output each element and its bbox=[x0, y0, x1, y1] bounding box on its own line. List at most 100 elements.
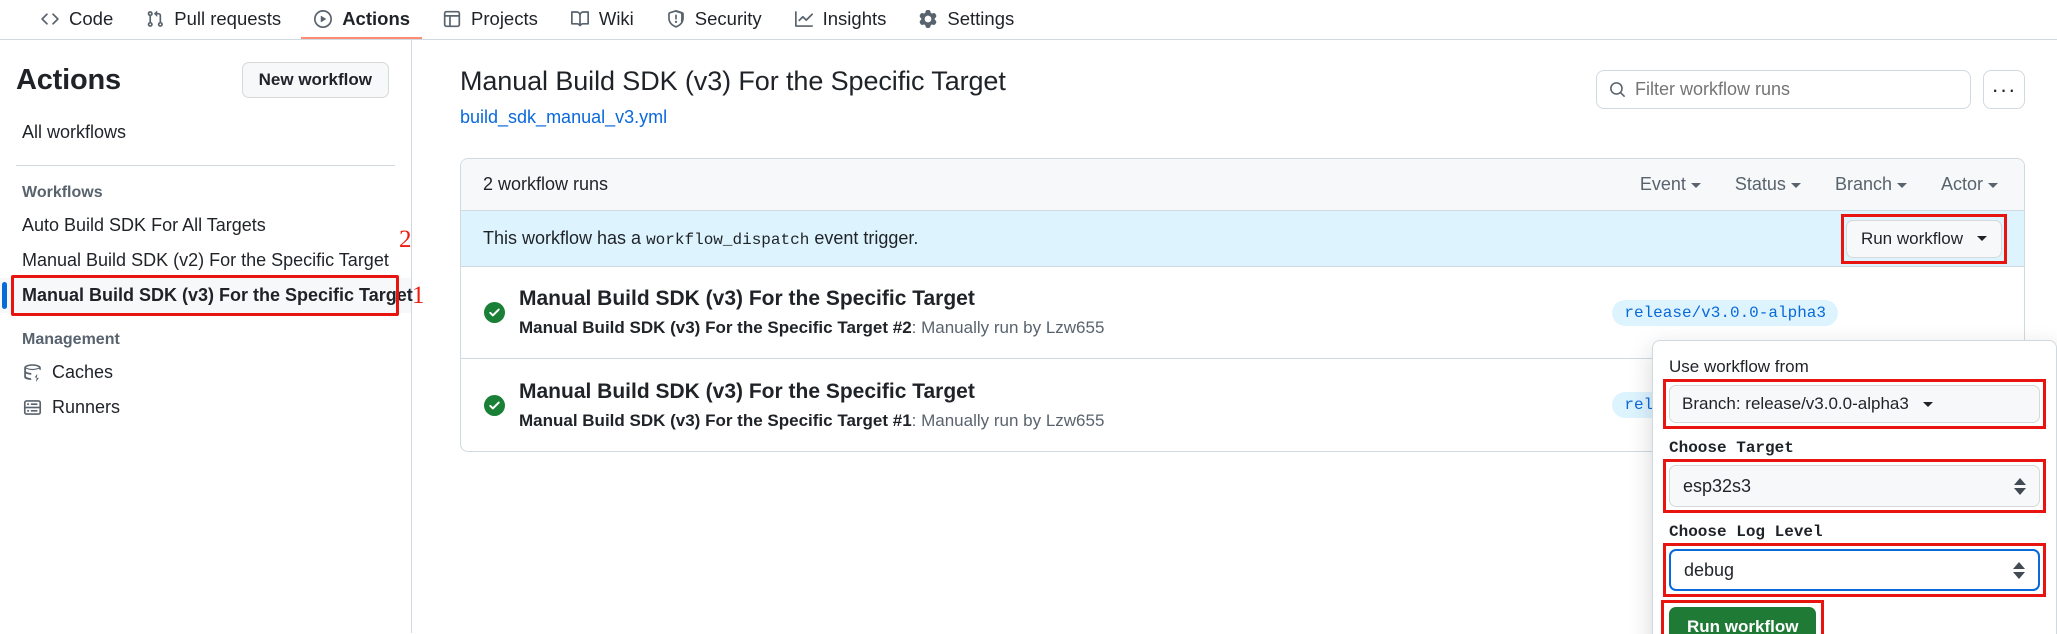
nav-item-label: Settings bbox=[947, 7, 1015, 29]
nav-item-label: Code bbox=[69, 7, 114, 29]
annotation-number-2: 2 bbox=[399, 226, 412, 253]
chevron-down-icon bbox=[1690, 182, 1701, 188]
status-success-icon bbox=[483, 394, 505, 416]
filter-status-label: Status bbox=[1734, 174, 1786, 194]
run-workflow-dropdown-button[interactable]: Run workflow bbox=[1845, 219, 2002, 258]
nav-item-insights[interactable]: Insights bbox=[782, 0, 899, 39]
nav-item-wiki[interactable]: Wiki bbox=[558, 0, 646, 39]
search-input[interactable] bbox=[1635, 79, 1958, 100]
repo-nav: Code Pull requests Actions Projects Wiki… bbox=[0, 0, 2057, 40]
choose-log-level-label: Choose Log Level bbox=[1669, 523, 1823, 541]
target-select-wrap: esp32s3 bbox=[1663, 459, 2046, 513]
filter-event[interactable]: Event bbox=[1640, 174, 1701, 195]
run-title[interactable]: Manual Build SDK (v3) For the Specific T… bbox=[519, 380, 1598, 404]
nav-item-actions[interactable]: Actions bbox=[301, 0, 423, 39]
dispatch-notice-suffix: event trigger. bbox=[814, 228, 919, 248]
nav-item-settings[interactable]: Settings bbox=[906, 0, 1026, 39]
sidebar-item-label: Manual Build SDK (v3) For the Specific T… bbox=[22, 285, 413, 305]
branch-picker-wrap: Branch: release/v3.0.0-alpha3 bbox=[1663, 379, 2046, 429]
nav-item-label: Wiki bbox=[598, 7, 634, 29]
branch-picker-label: Branch: release/v3.0.0-alpha3 bbox=[1682, 394, 1909, 413]
chevron-down-icon bbox=[1977, 236, 1987, 241]
filter-event-label: Event bbox=[1639, 174, 1686, 194]
target-select[interactable]: esp32s3 bbox=[1669, 465, 2040, 507]
filter-workflow-runs-box[interactable] bbox=[1596, 70, 1971, 109]
chevron-down-icon bbox=[1896, 182, 1907, 188]
target-select-value: esp32s3 bbox=[1683, 475, 1752, 496]
filter-status[interactable]: Status bbox=[1735, 174, 1801, 195]
header-actions: ··· bbox=[1596, 66, 2025, 109]
page-body: Actions New workflow All workflows Workf… bbox=[0, 40, 2057, 634]
log-level-select[interactable]: debug bbox=[1669, 549, 2040, 591]
sidebar-item-caches[interactable]: Caches bbox=[0, 355, 411, 390]
main-header: Manual Build SDK (v3) For the Specific T… bbox=[460, 66, 2025, 128]
sidebar-item-label: Caches bbox=[52, 362, 114, 382]
run-workflow-submit-button[interactable]: Run workflow bbox=[1669, 607, 1817, 634]
submit-button-wrap: Run workflow bbox=[1661, 600, 1825, 634]
branch-picker-button[interactable]: Branch: release/v3.0.0-alpha3 bbox=[1669, 385, 2040, 423]
nav-item-label: Projects bbox=[471, 7, 538, 29]
main-content: Manual Build SDK (v3) For the Specific T… bbox=[399, 40, 2057, 634]
filter-branch[interactable]: Branch bbox=[1835, 174, 1907, 195]
book-icon bbox=[570, 9, 590, 29]
play-circle-icon bbox=[313, 9, 333, 29]
workflow-title: Manual Build SDK (v3) For the Specific T… bbox=[460, 66, 1006, 96]
run-subtitle: Manual Build SDK (v3) For the Specific T… bbox=[519, 411, 1598, 431]
chevron-down-icon bbox=[1988, 182, 1998, 188]
run-info: Manual Build SDK (v3) For the Specific T… bbox=[519, 287, 1598, 338]
filter-actor[interactable]: Actor bbox=[1941, 174, 1998, 195]
stepper-icon bbox=[2014, 477, 2026, 495]
sidebar-item-manual-build-sdk-v3[interactable]: Manual Build SDK (v3) For the Specific T… bbox=[0, 275, 413, 316]
run-subtitle-name: Manual Build SDK (v3) For the Specific T… bbox=[519, 410, 912, 430]
dispatch-notice-prefix: This workflow has a bbox=[483, 228, 642, 248]
sidebar-item-manual-build-sdk-v2[interactable]: Manual Build SDK (v2) For the Specific T… bbox=[0, 243, 411, 278]
run-subtitle-name: Manual Build SDK (v3) For the Specific T… bbox=[519, 318, 912, 337]
log-level-select-value: debug bbox=[1684, 559, 1735, 580]
run-title[interactable]: Manual Build SDK (v3) For the Specific T… bbox=[519, 287, 1598, 311]
sidebar-group-management: Management bbox=[22, 331, 120, 348]
search-icon bbox=[1609, 81, 1626, 98]
nav-item-label: Security bbox=[694, 7, 762, 29]
nav-item-projects[interactable]: Projects bbox=[430, 0, 550, 39]
sidebar-header: Actions New workflow bbox=[0, 62, 411, 98]
status-success-icon bbox=[483, 302, 505, 324]
sidebar-item-all-workflows[interactable]: All workflows bbox=[0, 116, 411, 149]
workflow-dispatch-banner: This workflow has a workflow_dispatch ev… bbox=[399, 211, 2024, 267]
code-icon bbox=[40, 9, 60, 29]
run-workflow-popover: Use workflow from Branch: release/v3.0.0… bbox=[1652, 340, 2057, 634]
dispatch-notice: This workflow has a workflow_dispatch ev… bbox=[483, 228, 918, 249]
run-subtitle-actor: : Manually run by Lzw655 bbox=[911, 318, 1105, 337]
runs-panel-header: 2 workflow runs Event Status Branch Acto… bbox=[461, 159, 2024, 211]
choose-target-label: Choose Target bbox=[1669, 439, 1794, 457]
git-pull-request-icon bbox=[145, 9, 165, 29]
sidebar-item-auto-build-sdk-for-all-targets[interactable]: Auto Build SDK For All Targets bbox=[0, 208, 411, 243]
sidebar-group-workflows: Workflows bbox=[22, 184, 103, 201]
run-subtitle: Manual Build SDK (v3) For the Specific T… bbox=[519, 318, 1598, 338]
workflow-heading-block: Manual Build SDK (v3) For the Specific T… bbox=[460, 66, 1006, 128]
branch-badge[interactable]: release/v3.0.0-alpha3 bbox=[1612, 299, 1838, 326]
actions-sidebar: Actions New workflow All workflows Workf… bbox=[0, 40, 425, 633]
runs-filter-group: Event Status Branch Actor bbox=[1640, 174, 2002, 195]
log-level-select-wrap: debug bbox=[1663, 543, 2046, 597]
nav-item-code[interactable]: Code bbox=[28, 0, 125, 39]
workflow-file-link[interactable]: build_sdk_manual_v3.yml bbox=[460, 107, 1006, 128]
nav-item-pull-requests[interactable]: Pull requests bbox=[133, 0, 293, 39]
sidebar-item-label: Auto Build SDK For All Targets bbox=[22, 215, 266, 235]
new-workflow-button[interactable]: New workflow bbox=[241, 62, 389, 98]
shield-icon bbox=[666, 9, 686, 29]
database-icon bbox=[22, 363, 42, 383]
gear-icon bbox=[918, 9, 938, 29]
nav-item-label: Actions bbox=[342, 7, 411, 29]
page-title: Actions bbox=[16, 63, 121, 96]
sidebar-item-runners[interactable]: Runners bbox=[0, 390, 411, 425]
dispatch-notice-code: workflow_dispatch bbox=[646, 231, 810, 249]
nav-item-label: Insights bbox=[822, 7, 887, 29]
run-workflow-button-wrap: Run workflow bbox=[1840, 213, 2007, 264]
chevron-down-icon bbox=[1790, 182, 1801, 188]
nav-item-label: Pull requests bbox=[174, 7, 282, 29]
sidebar-item-label: Manual Build SDK (v2) For the Specific T… bbox=[22, 250, 389, 270]
more-options-button[interactable]: ··· bbox=[1983, 70, 2025, 109]
nav-item-security[interactable]: Security bbox=[654, 0, 774, 39]
table-icon bbox=[442, 9, 462, 29]
server-icon bbox=[22, 398, 42, 418]
